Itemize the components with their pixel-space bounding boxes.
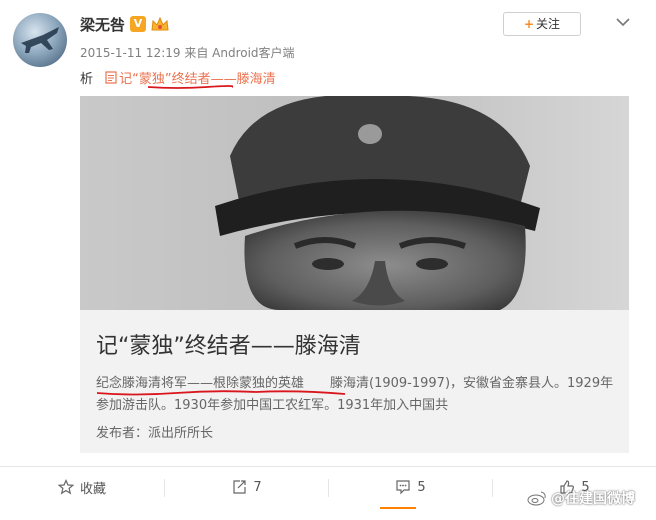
star-icon (57, 479, 74, 495)
watermark: @往建国微博 (527, 488, 635, 508)
fighter-jet-avatar-icon (21, 27, 59, 53)
vip-crown-icon[interactable] (150, 15, 170, 33)
repost-button[interactable]: 7 (165, 467, 328, 507)
repost-icon (233, 480, 246, 494)
follow-label: 关注 (536, 17, 561, 31)
red-underline-annotation (96, 390, 346, 396)
avatar[interactable] (13, 13, 67, 67)
portrait-photo (80, 96, 629, 310)
card-author: 发布者：派出所所长 (96, 426, 214, 441)
comment-icon (396, 480, 410, 495)
red-underline-annotation (147, 85, 233, 89)
verified-badge: V (130, 16, 146, 32)
weibo-post: 梁无咎 V + 关注 2015-1-11 12:19 来自 Android客户端 … (0, 0, 656, 520)
timestamp[interactable]: 2015-1-11 12:19 (80, 46, 181, 60)
post-meta: 2015-1-11 12:19 来自 Android客户端 (80, 44, 295, 61)
source: 来自 Android客户端 (184, 46, 295, 60)
post-text-prefix: 析 (80, 72, 94, 87)
portrait-photo-image (80, 96, 629, 310)
plus-icon: + (523, 17, 535, 31)
favorite-button[interactable]: 收藏 (0, 467, 164, 507)
article-icon (105, 71, 117, 84)
article-card[interactable]: 记“蒙独”终结者——滕海清 纪念滕海清将军——根除蒙独的英雄 滕海清(1909-1… (80, 96, 629, 453)
watermark-text: @往建国微博 (551, 491, 635, 507)
repost-count: 7 (253, 479, 262, 495)
favorite-label: 收藏 (79, 481, 106, 497)
active-tab-indicator (380, 507, 416, 509)
comment-count: 5 (417, 479, 426, 495)
weibo-logo-icon (527, 491, 546, 506)
username[interactable]: 梁无咎 (80, 14, 125, 35)
card-title[interactable]: 记“蒙独”终结者——滕海清 (96, 328, 361, 360)
chevron-down-icon[interactable] (612, 12, 634, 32)
comment-button[interactable]: 5 (329, 467, 492, 507)
follow-button[interactable]: + 关注 (503, 12, 581, 36)
